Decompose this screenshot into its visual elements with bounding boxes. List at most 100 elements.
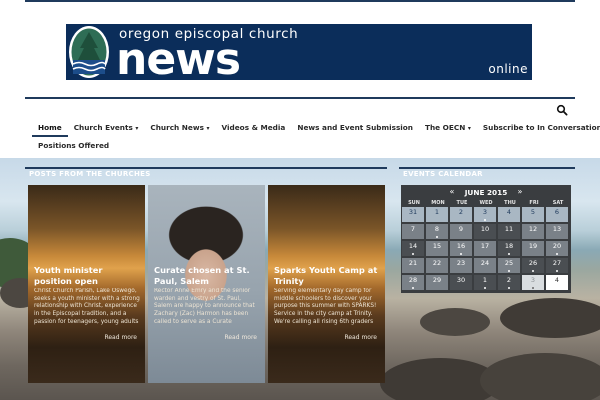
calendar-weekday: THU <box>504 200 516 206</box>
calendar-next-button[interactable]: » <box>513 185 527 199</box>
calendar-day[interactable]: 1 <box>426 207 448 222</box>
calendar-day[interactable]: 19 <box>522 241 544 256</box>
calendar-day-number: 29 <box>432 276 442 284</box>
calendar-day-number: 13 <box>552 225 562 233</box>
calendar-day[interactable]: 4 <box>498 207 520 222</box>
nav-item-positions-offered[interactable]: Positions Offered <box>32 137 115 155</box>
calendar-day[interactable]: 16 <box>450 241 472 256</box>
nav-item-the-oecn[interactable]: The OECN ▾ <box>419 119 477 137</box>
events-calendar: « JUNE 2015 » SUN MON TUE WED THU FRI SAT 31 1 2… <box>401 185 571 293</box>
calendar-day-number: 22 <box>432 259 442 267</box>
calendar-day-number: 27 <box>552 259 562 267</box>
calendar-day[interactable]: 2 <box>498 275 520 290</box>
calendar-day[interactable]: 3 <box>474 207 496 222</box>
calendar-day[interactable]: 21 <box>402 258 424 273</box>
calendar-day[interactable]: 27 <box>546 258 568 273</box>
calendar-day[interactable]: 9 <box>450 224 472 239</box>
event-dot-icon <box>411 286 415 289</box>
calendar-day[interactable]: 7 <box>402 224 424 239</box>
read-more-link[interactable]: Read more <box>344 334 377 341</box>
nav-item-videos-media[interactable]: Videos & Media <box>215 119 291 137</box>
calendar-day[interactable]: 17 <box>474 241 496 256</box>
calendar-day-number: 2 <box>458 208 464 216</box>
calendar-day-number: 23 <box>456 259 466 267</box>
calendar-day[interactable]: 25 <box>498 258 520 273</box>
calendar-day-number: 28 <box>408 276 418 284</box>
post-title[interactable]: Sparks Youth Camp at Trinity <box>274 265 381 287</box>
calendar-day[interactable]: 30 <box>450 275 472 290</box>
calendar-day[interactable]: 5 <box>522 207 544 222</box>
nav-row-2: Positions Offered <box>25 137 115 155</box>
calendar-day[interactable]: 4 <box>546 275 568 290</box>
event-dot-icon <box>507 269 511 272</box>
post-title[interactable]: Curate chosen at St. Paul, Salem <box>154 265 261 287</box>
calendar-weekday: MON <box>431 200 445 206</box>
calendar-day-number: 3 <box>482 208 488 216</box>
calendar-month-label: JUNE 2015 <box>464 187 508 197</box>
nav-item-church-events[interactable]: Church Events ▾ <box>68 119 145 137</box>
search-icon[interactable] <box>556 104 568 116</box>
event-dot-icon <box>507 252 511 255</box>
calendar-weekday: SUN <box>408 200 420 206</box>
nav-item-church-news[interactable]: Church News ▾ <box>144 119 215 137</box>
calendar-weekday-header: SUN MON TUE WED THU FRI SAT <box>402 199 570 207</box>
read-more-link[interactable]: Read more <box>224 334 257 341</box>
calendar-day-number: 10 <box>480 225 490 233</box>
post-card-curate-chosen[interactable]: Curate chosen at St. Paul, Salem Rector … <box>148 185 265 383</box>
calendar-day[interactable]: 26 <box>522 258 544 273</box>
calendar-day[interactable]: 3 <box>522 275 544 290</box>
event-dot-icon <box>531 269 535 272</box>
post-title[interactable]: Youth minister position open <box>34 265 141 287</box>
chevron-down-icon: ▾ <box>467 125 471 132</box>
calendar-day-number: 30 <box>456 276 466 284</box>
calendar-day-number: 1 <box>434 208 440 216</box>
nav-item-home[interactable]: Home <box>32 119 68 137</box>
calendar-day-number: 1 <box>482 276 488 284</box>
post-card-youth-minister[interactable]: Youth minister position open Christ Chur… <box>28 185 145 383</box>
calendar-day-number: 14 <box>408 242 418 250</box>
calendar-day[interactable]: 18 <box>498 241 520 256</box>
calendar-day[interactable]: 14 <box>402 241 424 256</box>
post-card-sparks-camp[interactable]: Sparks Youth Camp at Trinity Serving ele… <box>268 185 385 383</box>
calendar-day[interactable]: 20 <box>546 241 568 256</box>
calendar-day-grid: 31 1 2 3 4 5 6 7 8 9 10 11 12 13 14 15 16 17 18 19 20 21 22 23 2… <box>402 207 570 290</box>
event-dot-icon <box>411 252 415 255</box>
nav-item-subscribe[interactable]: Subscribe to In Conversation <box>477 119 600 137</box>
calendar-day-number: 6 <box>554 208 560 216</box>
calendar-day[interactable]: 6 <box>546 207 568 222</box>
calendar-day[interactable]: 31 <box>402 207 424 222</box>
calendar-day[interactable]: 24 <box>474 258 496 273</box>
nav-item-news-event-submission[interactable]: News and Event Submission <box>291 119 419 137</box>
calendar-day[interactable]: 11 <box>498 224 520 239</box>
calendar-day-number: 2 <box>506 276 512 284</box>
calendar-day-number: 15 <box>432 242 442 250</box>
chevron-down-icon: ▾ <box>135 125 139 132</box>
calendar-day[interactable]: 12 <box>522 224 544 239</box>
calendar-day-number: 21 <box>408 259 418 267</box>
calendar-day-number: 5 <box>530 208 536 216</box>
calendar-day[interactable]: 22 <box>426 258 448 273</box>
calendar-day-number: 3 <box>530 276 536 284</box>
calendar-day[interactable]: 1 <box>474 275 496 290</box>
read-more-link[interactable]: Read more <box>104 334 137 341</box>
event-dot-icon <box>483 218 487 221</box>
calendar-day-number: 25 <box>504 259 514 267</box>
calendar-day[interactable]: 13 <box>546 224 568 239</box>
calendar-day[interactable]: 23 <box>450 258 472 273</box>
calendar-day-number: 16 <box>456 242 466 250</box>
calendar-day[interactable]: 29 <box>426 275 448 290</box>
site-masthead[interactable]: oregon episcopal church news online <box>66 24 532 80</box>
calendar-day-number: 4 <box>554 276 560 284</box>
calendar-day-number: 4 <box>506 208 512 216</box>
calendar-day[interactable]: 28 <box>402 275 424 290</box>
calendar-day[interactable]: 15 <box>426 241 448 256</box>
calendar-day[interactable]: 8 <box>426 224 448 239</box>
calendar-day[interactable]: 2 <box>450 207 472 222</box>
calendar-day[interactable]: 10 <box>474 224 496 239</box>
post-excerpt: Rector Anne Emry and the senior warden a… <box>154 288 255 325</box>
event-dot-icon <box>459 252 463 255</box>
calendar-section-title: EVENTS CALENDAR <box>403 170 483 178</box>
posts-section-title: POSTS FROM THE CHURCHES <box>29 170 151 178</box>
top-border-line <box>25 0 575 2</box>
event-dot-icon <box>555 252 559 255</box>
